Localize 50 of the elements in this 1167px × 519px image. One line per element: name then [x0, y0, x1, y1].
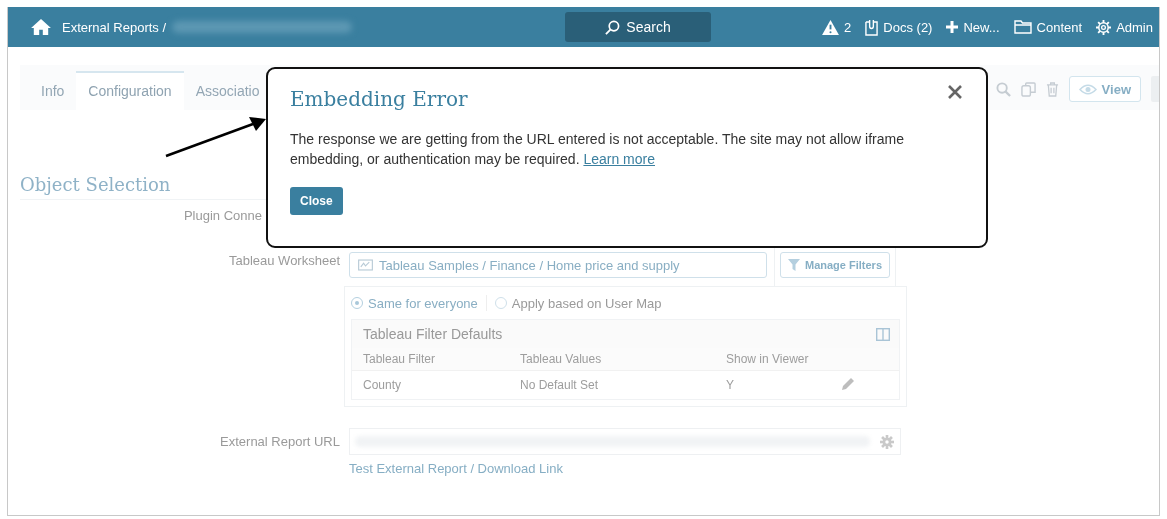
worksheet-value: Tableau Samples / Finance / Home price and supply	[379, 257, 680, 273]
tab[interactable]: Info	[29, 71, 77, 110]
column-header: Tableau Values	[520, 352, 603, 366]
home-icon[interactable]	[30, 18, 52, 36]
field-label: External Report URL	[219, 433, 340, 449]
clipboard-icon	[865, 18, 879, 36]
dialog-title: Embedding Error	[290, 87, 468, 111]
table-cell-text: Y	[726, 378, 735, 392]
toolbar-button[interactable]	[1151, 76, 1159, 102]
field-label: Tableau Worksheet	[227, 252, 340, 268]
view-button[interactable]: View	[1068, 76, 1141, 102]
columns-icon[interactable]	[876, 327, 890, 341]
breadcrumb[interactable]: External Reports /	[62, 19, 167, 35]
close-button[interactable]: Close	[290, 187, 343, 215]
trash-icon[interactable]	[1045, 81, 1059, 97]
edit-icon[interactable]	[841, 376, 855, 391]
warning-icon	[822, 19, 840, 35]
content-button[interactable]: Content	[1013, 19, 1083, 35]
table-cell-text: County	[363, 378, 403, 392]
gear-icon	[1096, 19, 1112, 35]
column-header: Show in Viewer	[726, 352, 810, 366]
admin-button[interactable]: Admin	[1096, 19, 1153, 35]
error-message: The response we are getting from the URL entered is not acceptable. The site may not allow iframe embedding, or authentication may be required. Learn more	[290, 130, 905, 169]
settings-icon[interactable]	[880, 434, 894, 449]
new-button[interactable]: New...	[946, 19, 1000, 35]
docs-button[interactable]: Docs (2)	[865, 18, 933, 36]
search-button[interactable]: Search	[565, 12, 712, 42]
tab[interactable]: Configuration	[76, 71, 184, 110]
url-field[interactable]	[349, 428, 901, 455]
search-icon[interactable]	[995, 81, 1011, 97]
table-cell-text: No Default Set	[520, 378, 600, 392]
alerts-button[interactable]: 2	[822, 19, 852, 35]
radio-label: Apply based on User Map	[511, 295, 662, 311]
chart-icon	[358, 259, 373, 271]
search-icon	[605, 19, 621, 35]
eye-icon	[1078, 83, 1097, 95]
filter-icon	[788, 259, 800, 271]
learn-more-link[interactable]: Learn more	[583, 151, 655, 167]
folder-icon	[1013, 20, 1032, 34]
manage-filters-button[interactable]: Manage Filters	[780, 252, 891, 278]
test-link[interactable]: Test External Report / Download Link	[349, 461, 563, 476]
copy-icon[interactable]	[1020, 81, 1036, 97]
column-header: Tableau Filter	[363, 352, 437, 366]
radio-label: Same for everyone	[368, 295, 478, 311]
table-title: Tableau Filter Defaults	[363, 326, 503, 342]
worksheet-field[interactable]: Tableau Samples / Finance / Home price and supply	[349, 252, 767, 278]
field-label: Plugin Conne	[182, 208, 263, 223]
plus-icon	[946, 21, 959, 33]
close-icon[interactable]	[948, 85, 962, 99]
tab[interactable]: Associatio	[183, 71, 272, 110]
